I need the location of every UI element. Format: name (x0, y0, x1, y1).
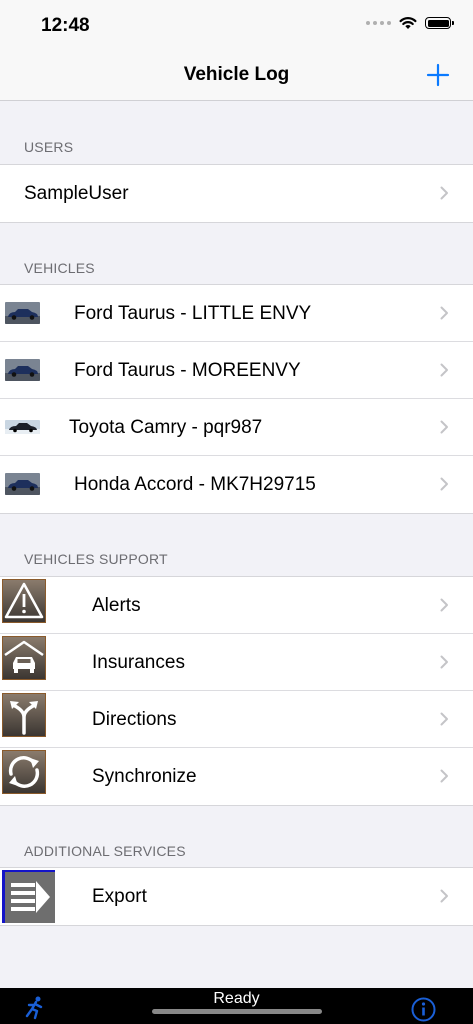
add-button[interactable] (425, 62, 451, 88)
vehicle-label: Ford Taurus - LITTLE ENVY (74, 303, 312, 324)
section-header-additional-services: ADDITIONAL SERVICES (24, 843, 186, 859)
battery-icon (425, 17, 454, 29)
support-label: Alerts (92, 595, 141, 616)
chevron-right-icon (440, 186, 448, 200)
cellular-signal-icon (366, 21, 391, 25)
chevron-right-icon (440, 712, 448, 726)
status-icons (366, 16, 454, 30)
additional-row-export[interactable]: Export (0, 868, 473, 925)
support-label: Directions (92, 709, 177, 730)
chevron-right-icon (440, 769, 448, 783)
vehicle-row[interactable]: Ford Taurus - LITTLE ENVY (0, 285, 473, 342)
vehicle-label: Ford Taurus - MOREENVY (74, 360, 301, 381)
additional-group: Export (0, 867, 473, 926)
status-time: 12:48 (41, 15, 90, 36)
user-row-sampleuser[interactable]: SampleUser (0, 165, 473, 222)
support-label: Insurances (92, 652, 185, 673)
user-label: SampleUser (24, 183, 129, 204)
chevron-right-icon (440, 655, 448, 669)
vehicle-row[interactable]: Toyota Camry - pqr987 (0, 399, 473, 456)
support-label: Synchronize (92, 766, 197, 787)
sync-icon (2, 750, 46, 794)
vehicle-row[interactable]: Honda Accord - MK7H29715 (0, 456, 473, 513)
vehicles-group: Ford Taurus - LITTLE ENVY Ford Taurus - … (0, 284, 473, 514)
chevron-right-icon (440, 598, 448, 612)
users-group: SampleUser (0, 164, 473, 223)
car-thumbnail-icon (5, 420, 40, 434)
chevron-right-icon (440, 363, 448, 377)
directions-icon (2, 693, 46, 737)
chevron-right-icon (440, 306, 448, 320)
bottom-toolbar: Ready (0, 988, 473, 1024)
garage-car-icon (2, 636, 46, 680)
chevron-right-icon (440, 889, 448, 903)
vehicle-row[interactable]: Ford Taurus - MOREENVY (0, 342, 473, 399)
warning-icon (2, 579, 46, 623)
status-text: Ready (213, 990, 260, 1007)
vehicle-label: Toyota Camry - pqr987 (69, 417, 263, 438)
support-row-insurances[interactable]: Insurances (0, 634, 473, 691)
car-thumbnail-icon (5, 302, 40, 324)
wifi-icon (399, 17, 417, 29)
navigation-bar: Vehicle Log (0, 50, 473, 101)
info-icon[interactable] (411, 997, 436, 1022)
car-thumbnail-icon (5, 473, 40, 495)
car-thumbnail-icon (5, 359, 40, 381)
vehicle-label: Honda Accord - MK7H29715 (74, 474, 316, 495)
chevron-right-icon (440, 477, 448, 491)
support-group: Alerts Insurances Directions Synchronize (0, 576, 473, 806)
section-header-vehicles: VEHICLES (24, 260, 95, 276)
support-row-synchronize[interactable]: Synchronize (0, 748, 473, 805)
status-bar: 12:48 (0, 0, 473, 50)
section-header-users: USERS (24, 139, 74, 155)
section-header-vehicles-support: VEHICLES SUPPORT (24, 551, 168, 567)
support-row-directions[interactable]: Directions (0, 691, 473, 748)
page-title: Vehicle Log (183, 64, 290, 85)
plus-icon (426, 63, 450, 87)
support-row-alerts[interactable]: Alerts (0, 577, 473, 634)
home-indicator[interactable] (152, 1009, 322, 1014)
additional-label: Export (92, 886, 147, 907)
export-icon (2, 870, 55, 923)
chevron-right-icon (440, 420, 448, 434)
